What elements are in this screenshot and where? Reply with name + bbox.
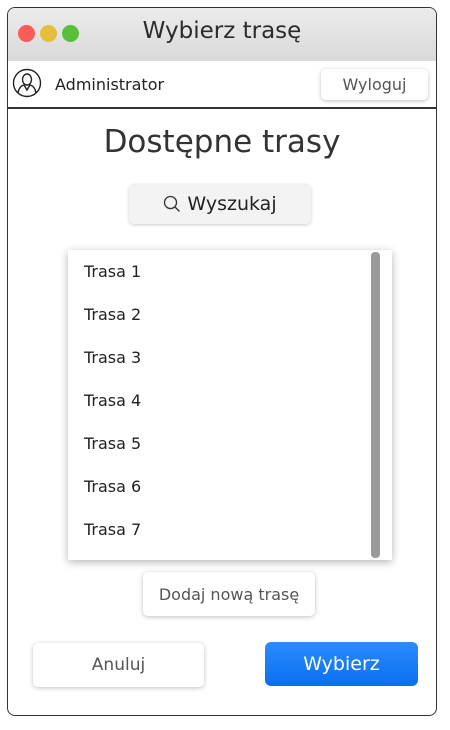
list-item[interactable]: Trasa 7 [68, 508, 392, 551]
search-button[interactable]: Wyszukaj [129, 184, 311, 224]
title-bar: Wybierz trasę [8, 8, 436, 62]
window-title: Wybierz trasę [142, 18, 302, 44]
app-window: Wybierz trasę Administrator Wyloguj Dost… [7, 7, 437, 716]
cancel-button[interactable]: Anuluj [33, 643, 204, 687]
user-icon [12, 68, 42, 98]
list-item[interactable]: Trasa 4 [68, 379, 392, 422]
logout-button[interactable]: Wyloguj [321, 69, 428, 100]
list-scrollbar[interactable] [371, 252, 380, 558]
add-route-button[interactable]: Dodaj nową trasę [143, 572, 315, 616]
routes-list[interactable]: Trasa 1 Trasa 2 Trasa 3 Trasa 4 Trasa 5 … [68, 250, 392, 560]
list-item[interactable]: Trasa 1 [68, 250, 392, 293]
list-item[interactable]: Trasa 5 [68, 422, 392, 465]
list-item[interactable]: Trasa 3 [68, 336, 392, 379]
list-item[interactable]: Trasa 6 [68, 465, 392, 508]
search-icon [164, 195, 181, 212]
choose-button[interactable]: Wybierz [265, 642, 418, 686]
page-title: Dostępne trasy [103, 124, 341, 160]
search-button-label: Wyszukaj [187, 193, 277, 215]
username-label: Administrator [55, 75, 165, 94]
user-bar: Administrator Wyloguj [8, 61, 436, 109]
list-item[interactable]: Trasa 2 [68, 293, 392, 336]
